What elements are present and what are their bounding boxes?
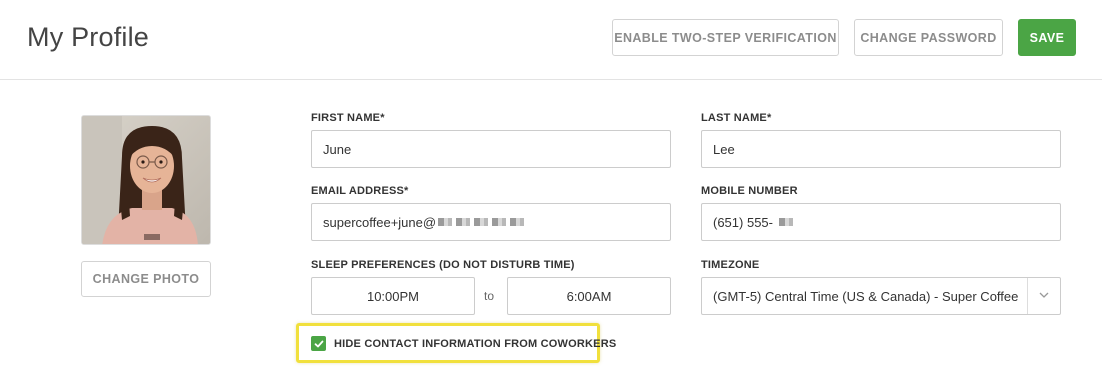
page-header: My Profile ENABLE TWO-STEP VERIFICATION … [0, 0, 1102, 80]
checkmark-icon [314, 340, 323, 347]
change-photo-button[interactable]: CHANGE PHOTO [81, 261, 211, 297]
sleep-end-time-field[interactable]: 6:00AM [507, 277, 671, 315]
sleep-separator: to [484, 289, 495, 303]
enable-two-step-verification-button[interactable]: ENABLE TWO-STEP VERIFICATION [612, 19, 839, 56]
sleep-preferences-label: SLEEP PREFERENCES (DO NOT DISTURB TIME) [311, 259, 575, 271]
redacted-text [778, 218, 797, 226]
chevron-down-icon[interactable] [1039, 290, 1049, 300]
mobile-value: (651) 555- [713, 214, 773, 230]
first-name-label: FIRST NAME* [311, 112, 385, 124]
last-name-field[interactable]: Lee [701, 130, 1061, 168]
sleep-end-value: 6:00AM [566, 288, 612, 304]
email-label: EMAIL ADDRESS* [311, 185, 409, 197]
mobile-label: MOBILE NUMBER [701, 185, 798, 197]
sleep-start-time-field[interactable]: 10:00PM [311, 277, 475, 315]
first-name-field[interactable]: June [311, 130, 671, 168]
save-button[interactable]: SAVE [1018, 19, 1076, 56]
select-divider [1027, 278, 1028, 314]
timezone-label: TIMEZONE [701, 259, 760, 271]
timezone-value: (GMT-5) Central Time (US & Canada) - Sup… [713, 288, 1019, 304]
email-value: supercoffee+june@ [323, 214, 437, 230]
sleep-start-value: 10:00PM [366, 288, 420, 304]
last-name-value: Lee [713, 141, 735, 157]
mobile-field[interactable]: (651) 555- [701, 203, 1061, 241]
hide-contact-checkbox[interactable] [311, 336, 326, 351]
profile-photo [81, 115, 211, 245]
page-title: My Profile [27, 22, 150, 52]
first-name-value: June [323, 141, 352, 157]
hide-contact-label[interactable]: HIDE CONTACT INFORMATION FROM COWORKERS [334, 338, 616, 350]
email-field[interactable]: supercoffee+june@ [311, 203, 671, 241]
redacted-text [438, 218, 529, 226]
change-password-button[interactable]: CHANGE PASSWORD [854, 19, 1003, 56]
last-name-label: LAST NAME* [701, 112, 772, 124]
timezone-select[interactable]: (GMT-5) Central Time (US & Canada) - Sup… [701, 277, 1061, 315]
profile-photo-image [82, 116, 210, 244]
